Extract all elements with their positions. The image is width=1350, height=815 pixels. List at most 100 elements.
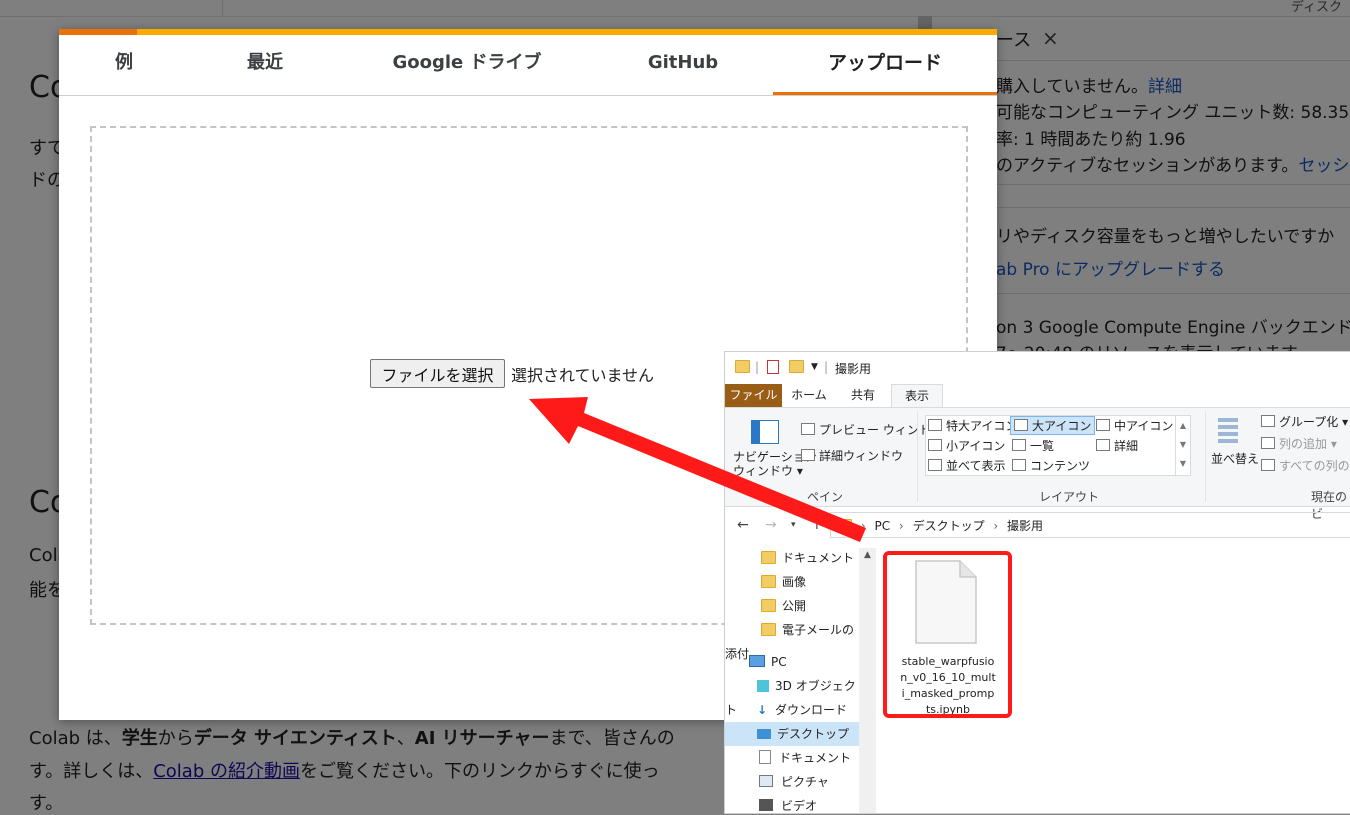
add-columns-label: 列の追加 [1279, 437, 1328, 451]
window-title: 撮影用 [835, 362, 872, 376]
layout-details[interactable]: 詳細 [1096, 437, 1138, 454]
tab-github[interactable]: GitHub [593, 35, 773, 95]
layout-small-icons[interactable]: 小アイコン [928, 437, 1005, 454]
layout-large-icons[interactable]: 大アイコン [1010, 416, 1096, 435]
preview-pane-button[interactable]: プレビュー ウィンドウ [801, 421, 943, 438]
nav-item-public[interactable]: 公開 [725, 594, 859, 618]
layout-label: 並べて表示 [946, 459, 1006, 473]
nav-item-images[interactable]: 画像 [725, 570, 859, 594]
nav-item-label: ドキュメント [782, 551, 855, 565]
navigation-pane-icon[interactable] [751, 420, 779, 444]
add-columns-button[interactable]: 列の追加 ▾ [1261, 435, 1337, 452]
breadcrumb: › PC › デスクトップ › 撮影用 [837, 517, 1043, 534]
nav-item-label: ピクチャ [781, 775, 829, 789]
nav-item-videos[interactable]: ビデオ [725, 794, 859, 813]
ribbon-tab-home[interactable]: ホーム [785, 384, 833, 407]
sort-by-icon[interactable] [1218, 418, 1244, 444]
pictures-icon [759, 775, 773, 787]
ribbon-tab-file[interactable]: ファイル [725, 384, 782, 407]
nav-item-pictures[interactable]: ピクチャ [725, 770, 859, 794]
nav-item-downloads[interactable]: ↓ ダウンロード [725, 698, 859, 722]
videos-icon [759, 799, 773, 811]
chevron-down-icon[interactable]: ▼ [811, 362, 818, 372]
recent-locations-icon[interactable]: ▾ [791, 520, 796, 530]
pane-group-label: ペイン [807, 490, 844, 504]
layout-label: 特大アイコン [946, 419, 1018, 433]
ribbon-tabs: ファイル ホーム 共有 表示 [725, 384, 1350, 408]
navigation-scrollbar[interactable]: ▲ [859, 548, 876, 813]
nav-item-label: PC [771, 655, 787, 669]
file-status-label: 選択されていません [511, 366, 655, 385]
nav-item-documents[interactable]: ドキュメント [725, 546, 859, 570]
ribbon-tab-view[interactable]: 表示 [891, 384, 943, 408]
group-by-icon [1261, 415, 1275, 427]
details-pane-button[interactable]: 詳細ウィンドウ [801, 447, 903, 464]
download-arrow-icon: ↓ [757, 703, 768, 717]
dialog-tabs: 例 最近 Google ドライブ GitHub アップロード [59, 35, 997, 96]
back-arrow-icon[interactable]: ← [737, 517, 749, 533]
nav-item-3d-objects[interactable]: 3D オブジェクト [725, 674, 859, 717]
list-icon [1012, 439, 1026, 451]
group-by-label: グループ化 [1279, 415, 1339, 429]
layout-list[interactable]: 一覧 [1012, 437, 1054, 454]
nav-item-email-attachments[interactable]: 電子メールの添付 [725, 618, 859, 661]
small-icons-icon [928, 439, 942, 451]
forward-arrow-icon[interactable]: → [765, 517, 777, 533]
layout-label: 小アイコン [946, 439, 1006, 453]
folder-icon [761, 551, 776, 564]
tab-examples[interactable]: 例 [59, 35, 189, 95]
nav-item-label: ドキュメント [779, 751, 852, 765]
nav-item-documents-pc[interactable]: ドキュメント [725, 746, 859, 770]
navigation-pane-button[interactable]: ナビゲーション ウィンドウ ▾ [733, 450, 817, 478]
sort-by-button[interactable]: 並べ替え [1211, 450, 1259, 467]
layout-group-label: レイアウト [1039, 490, 1100, 504]
folder-icon[interactable] [735, 360, 750, 376]
nav-item-desktop[interactable]: デスクトップ [725, 722, 859, 746]
navigation-pane: ドキュメント 画像 公開 電子メールの添付 PC 3D オブジェクト ↓ ダウンロ… [725, 548, 859, 813]
up-arrow-icon[interactable]: ↑ [811, 517, 823, 533]
choose-file-button[interactable]: ファイルを選択 [370, 359, 505, 388]
layout-label: 大アイコン [1032, 419, 1092, 433]
extra-large-icons-icon [928, 419, 942, 431]
sort-by-label: 並べ替え [1211, 452, 1260, 466]
tab-upload[interactable]: アップロード [773, 35, 997, 95]
address-bar: ← → ▾ ↑ › PC › デスクトップ › 撮影用 [725, 510, 1350, 540]
layout-label: 詳細 [1114, 439, 1139, 453]
preview-pane-icon [801, 423, 815, 435]
ribbon-tab-share[interactable]: 共有 [839, 384, 887, 407]
nav-item-label: ビデオ [781, 799, 818, 813]
large-icons-icon [1014, 419, 1028, 431]
layout-medium-icons[interactable]: 中アイコン [1096, 417, 1173, 434]
breadcrumb-current-folder[interactable]: 撮影用 [1007, 519, 1043, 533]
group-by-button[interactable]: グループ化 ▾ [1261, 413, 1348, 430]
folder-icon [837, 519, 852, 532]
properties-icon[interactable] [767, 360, 779, 377]
layout-label: 中アイコン [1114, 419, 1174, 433]
layout-label: 一覧 [1030, 439, 1055, 453]
toolbar-separator: | [755, 360, 760, 374]
layout-extra-large-icons[interactable]: 特大アイコン [928, 417, 1017, 434]
folder-icon [761, 599, 776, 612]
nav-item-label: ダウンロード [775, 703, 848, 717]
size-columns-button[interactable]: すべての列のサ [1261, 457, 1350, 474]
folder-icon [761, 575, 776, 588]
folder-icon [761, 623, 776, 636]
toolbar-separator: | [824, 360, 829, 374]
new-folder-icon[interactable] [789, 360, 804, 376]
details-pane-icon [801, 449, 815, 461]
nav-item-pc[interactable]: PC [725, 650, 859, 674]
layout-tiles[interactable]: 並べて表示 [928, 457, 1006, 474]
document-icon [759, 750, 771, 764]
file-explorer-window: | ▼ | 撮影用 ファイル ホーム 共有 表示 ナビゲーション ウィンドウ ▾ … [724, 351, 1350, 814]
details-icon [1096, 439, 1110, 451]
nav-item-label: 画像 [782, 575, 807, 589]
tab-google-drive[interactable]: Google ドライブ [341, 35, 593, 95]
breadcrumb-pc[interactable]: PC [874, 519, 890, 533]
ribbon-divider [1205, 412, 1206, 502]
layout-content[interactable]: コンテンツ [1012, 457, 1090, 474]
layout-gallery-scroll[interactable]: ▲ ▼ ▼ [1175, 416, 1190, 475]
tab-recent[interactable]: 最近 [189, 35, 341, 95]
nav-item-label: 公開 [782, 599, 807, 613]
tiles-icon [928, 459, 942, 471]
breadcrumb-desktop[interactable]: デスクトップ [913, 519, 985, 533]
